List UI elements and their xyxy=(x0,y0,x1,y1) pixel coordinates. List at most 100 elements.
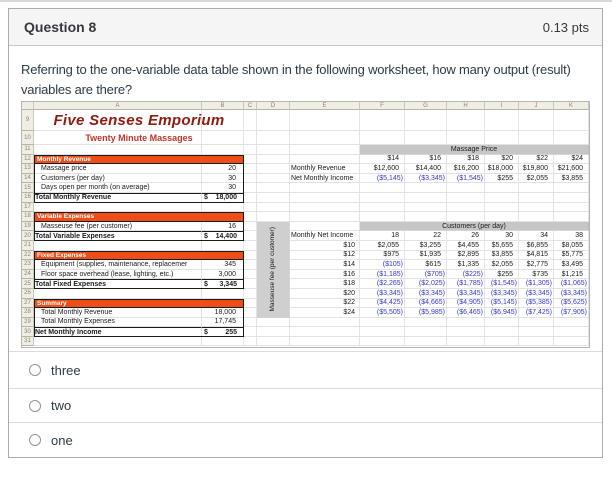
table-value-cell: ($5,145) xyxy=(485,298,519,309)
table-value-cell: $8,055 xyxy=(554,240,589,251)
sheet-row-number: 20 xyxy=(22,231,34,241)
radio-button-icon[interactable] xyxy=(29,364,41,376)
sheet-cell xyxy=(244,212,257,222)
sheet-column-letter: I xyxy=(485,102,519,110)
sheet-cell xyxy=(257,145,290,155)
sheet-row-number: 26 xyxy=(22,288,34,299)
table-value-cell: $2,055 xyxy=(360,240,405,251)
sheet-row-number: 11 xyxy=(22,145,34,155)
sheet-cell xyxy=(244,145,257,155)
sheet-row-number: 19 xyxy=(22,221,34,232)
answer-option[interactable]: one xyxy=(9,422,602,457)
fee-header-cell: $14 xyxy=(290,260,360,270)
currency-symbol: $ xyxy=(204,232,208,240)
massage-price-band: Massage Price xyxy=(360,145,589,155)
sheet-cell xyxy=(257,192,290,203)
sheet-cell xyxy=(257,164,290,174)
sheet-cell xyxy=(34,202,202,213)
sheet-cell xyxy=(447,212,485,222)
sheet-cell xyxy=(485,317,519,328)
table-value-cell: $735 xyxy=(519,269,554,280)
sheet-cell xyxy=(244,288,257,299)
customers-header-cell: 30 xyxy=(485,231,519,241)
sheet-cell xyxy=(554,327,589,337)
sheet-cell: Total Monthly Revenue xyxy=(34,308,202,318)
worksheet-title: Five Senses Emporium xyxy=(53,112,225,129)
fee-header-cell: $20 xyxy=(290,288,360,299)
sheet-row-number: 22 xyxy=(22,250,34,261)
sheet-cell xyxy=(554,212,589,222)
sheet-cell xyxy=(447,317,485,328)
table-value-cell: $1,935 xyxy=(405,250,447,261)
sheet-cell: 17,745 xyxy=(202,317,244,328)
sheet-corner-cell xyxy=(22,102,34,110)
sheet-cell xyxy=(257,336,290,347)
sheet-cell: Total Fixed Expenses xyxy=(34,279,202,289)
table-value-cell: ($705) xyxy=(405,269,447,280)
sheet-cell xyxy=(554,183,589,193)
sheet-row-number: 29 xyxy=(22,317,34,328)
sheet-cell: $18,000 xyxy=(202,192,244,203)
price-header-cell: $20 xyxy=(485,154,519,165)
table-value-cell: $4,815 xyxy=(519,250,554,261)
sheet-cell xyxy=(519,336,554,347)
table-value-cell: ($5,505) xyxy=(360,308,405,318)
radio-button-icon[interactable] xyxy=(29,434,41,446)
radio-button-icon[interactable] xyxy=(29,399,41,412)
sheet-cell xyxy=(257,327,290,337)
sheet-column-letter: G xyxy=(405,102,447,110)
table-value-cell: ($3,345) xyxy=(405,173,447,184)
sheet-cell xyxy=(34,145,202,155)
sheet-row-number: 10 xyxy=(22,131,34,145)
sheet-cell: Net Monthly Income xyxy=(34,327,202,337)
table-value-cell: ($6,465) xyxy=(447,308,485,318)
sheet-cell xyxy=(360,336,405,347)
page-top-divider xyxy=(0,0,612,2)
sheet-cell xyxy=(290,212,360,222)
table-value-cell: ($3,345) xyxy=(554,288,589,299)
table-value-cell: $615 xyxy=(405,260,447,270)
sheet-cell xyxy=(554,202,589,213)
table-value-cell: $3,495 xyxy=(554,260,589,270)
customers-header-cell: 18 xyxy=(360,231,405,241)
table-value-cell: ($225) xyxy=(447,269,485,280)
sheet-cell xyxy=(447,202,485,213)
sheet-cell xyxy=(202,336,244,347)
sheet-cell xyxy=(405,202,447,213)
table-value-cell: ($1,065) xyxy=(554,279,589,289)
sheet-cell xyxy=(290,183,360,193)
sheet-cell xyxy=(360,183,405,193)
rotated-axis-text: Masseuse fee (per customer) xyxy=(268,227,276,312)
sheet-cell xyxy=(290,202,360,213)
sheet-cell xyxy=(519,110,554,131)
sheet-cell xyxy=(360,131,405,145)
sheet-cell xyxy=(360,327,405,337)
answer-option[interactable]: two xyxy=(9,388,602,422)
sheet-cell: 345 xyxy=(202,260,244,270)
sheet-row-number: 16 xyxy=(22,192,34,203)
sheet-cell xyxy=(257,212,290,222)
sheet-cell xyxy=(554,192,589,203)
table-value-cell: ($1,785) xyxy=(447,279,485,289)
sheet-cell xyxy=(447,131,485,145)
sheet-cell: 30 xyxy=(202,183,244,193)
sheet-cell xyxy=(202,288,244,299)
table-value-cell: ($2,265) xyxy=(360,279,405,289)
table-value-cell: $3,855 xyxy=(485,250,519,261)
table-value-cell: $14,400 xyxy=(405,164,447,174)
sheet-cell xyxy=(290,317,360,328)
sheet-cell xyxy=(360,317,405,328)
sheet-cell xyxy=(244,173,257,184)
table-corner-label: Monthly Net Income xyxy=(290,231,360,241)
table-value-cell: ($1,305) xyxy=(519,279,554,289)
sheet-cell xyxy=(257,183,290,193)
answer-option[interactable]: three xyxy=(9,351,602,388)
sheet-cell xyxy=(244,154,257,165)
sheet-cell xyxy=(519,317,554,328)
table-value-cell: $1,335 xyxy=(447,260,485,270)
sheet-cell xyxy=(554,110,589,131)
table-value-cell: ($2,025) xyxy=(405,279,447,289)
table-value-cell: ($5,625) xyxy=(554,298,589,309)
table-value-cell: ($7,425) xyxy=(519,308,554,318)
customers-header-cell: 34 xyxy=(519,231,554,241)
